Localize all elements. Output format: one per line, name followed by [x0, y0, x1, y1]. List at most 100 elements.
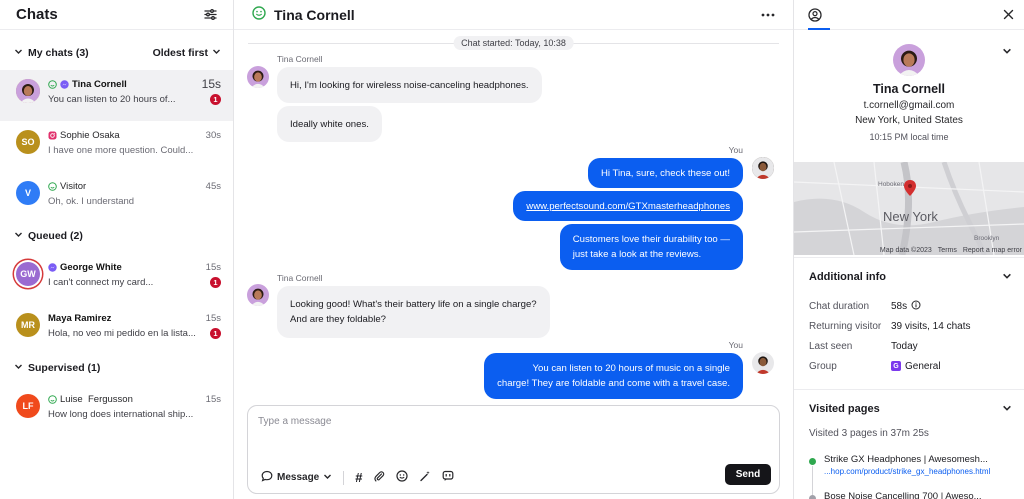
chat-time: 30s — [205, 129, 221, 141]
info-value: General — [905, 360, 941, 372]
message-author: You — [728, 340, 743, 350]
message-bubble: www.perfectsound.com/GTXmasterheadphones — [513, 191, 743, 221]
message-bubble: Hi Tina, sure, check these out! — [587, 158, 743, 188]
additional-info-section: Additional info Chat duration 58s Return… — [794, 257, 1024, 376]
unread-badge: 1 — [210, 277, 221, 288]
visited-page-title: Strike GX Headphones | Awesomesh... — [824, 454, 988, 465]
chat-item-visitor[interactable]: V Visitor 45s Oh, ok. I understand — [0, 172, 233, 223]
chevron-down-icon — [14, 47, 23, 59]
queued-section-header[interactable]: Queued (2) — [0, 225, 233, 247]
visited-pages-header[interactable]: Visited pages — [794, 390, 1024, 428]
chat-time: 15s — [205, 393, 221, 405]
map-label: Hoboken — [878, 181, 905, 188]
chevron-down-icon — [1002, 271, 1012, 284]
smiley-icon — [48, 394, 57, 404]
chat-name: Maya Ramirez — [48, 312, 112, 324]
my-chats-label: My chats (3) — [28, 47, 89, 59]
avatar: GW — [16, 262, 40, 286]
message-bubble: Customers love their durability too — ju… — [559, 224, 743, 270]
details-header — [794, 0, 1024, 30]
message-line: Looking good! What's their battery life … — [290, 299, 537, 310]
avatar — [16, 79, 40, 103]
chat-item-sophie-osaka[interactable]: SO Sophie Osaka 30s I have one more ques… — [0, 121, 233, 172]
attachment-icon[interactable] — [373, 470, 385, 485]
chat-started-label: Chat started: Today, 10:38 — [453, 36, 574, 50]
messenger-icon — [48, 262, 57, 272]
magic-wand-icon[interactable] — [419, 470, 431, 485]
message-bubble: Looking good! What's their battery life … — [277, 286, 550, 338]
instagram-icon — [48, 131, 57, 140]
queued-label: Queued (2) — [28, 230, 83, 242]
avatar: LF — [16, 394, 40, 418]
chevron-down-icon — [323, 472, 332, 484]
customer-profile: Tina Cornell t.cornell@gmail.com New Yor… — [794, 44, 1024, 142]
chat-preview: I have one more question. Could... — [48, 145, 194, 156]
details-panel: Tina Cornell t.cornell@gmail.com New Yor… — [794, 0, 1024, 499]
map-city-label: New York — [883, 209, 938, 224]
additional-info-header[interactable]: Additional info — [794, 258, 1024, 296]
user-circle-icon — [808, 7, 822, 22]
info-value: 39 visits, 14 chats — [891, 320, 971, 332]
avatar — [752, 157, 774, 179]
info-circle-icon[interactable] — [911, 300, 921, 313]
product-link[interactable]: www.perfectsound.com/GTXmasterheadphones — [526, 199, 730, 214]
chevron-down-icon — [212, 47, 221, 59]
customer-location: New York, United States — [855, 115, 963, 126]
chat-list-panel: Chats My chats (3) Oldest first Tina Cor… — [0, 0, 234, 499]
avatar — [247, 284, 269, 306]
sort-label: Oldest first — [152, 47, 208, 59]
active-tab-indicator — [808, 28, 830, 30]
info-key: Last seen — [809, 340, 853, 352]
chat-time: 45s — [205, 180, 221, 192]
chat-item-luise-fergusson[interactable]: LF Luise Fergusson 15s How long does int… — [0, 385, 233, 436]
visited-page-item[interactable]: Strike GX Headphones | Awesomesh... ...h… — [809, 454, 1018, 496]
chevron-down-icon — [14, 230, 23, 242]
visited-page-url[interactable]: ...hop.com/product/strike_gx_headphones.… — [824, 467, 1018, 476]
emoji-icon[interactable] — [396, 470, 409, 485]
visited-page-item[interactable]: Bose Noise Cancelling 700 | Aweso... — [809, 491, 1018, 499]
my-chats-section-header[interactable]: My chats (3) Oldest first — [0, 42, 233, 64]
avatar: MR — [16, 313, 40, 337]
hashtag-icon[interactable]: # — [355, 470, 362, 485]
app: Chats My chats (3) Oldest first Tina Cor… — [0, 0, 1024, 499]
location-map[interactable]: Hoboken Brooklyn New York Map data ©2023… — [794, 162, 1024, 255]
unread-badge: 1 — [210, 328, 221, 339]
canned-response-icon[interactable] — [442, 470, 454, 485]
message-input[interactable] — [258, 416, 758, 427]
close-icon[interactable] — [1003, 9, 1014, 20]
message-mode-dropdown[interactable]: Message — [261, 470, 332, 485]
chat-item-tina-cornell[interactable]: Tina Cornell 15s You can listen to 20 ho… — [0, 70, 233, 121]
info-key: Chat duration — [809, 300, 870, 312]
messenger-icon — [60, 79, 69, 89]
chat-item-maya-ramirez[interactable]: MR Maya Ramirez 15s Hola, no veo mi pedi… — [0, 304, 233, 355]
message-line: And are they foldable? — [290, 314, 387, 325]
filter-icon[interactable] — [204, 8, 217, 21]
message-line: just take a look at the reviews. — [572, 249, 702, 260]
map-terms-link[interactable]: Terms — [938, 247, 957, 254]
customer-email: t.cornell@gmail.com — [863, 100, 955, 111]
info-row-last-seen: Last seen Today — [794, 336, 1024, 356]
chat-item-george-white[interactable]: GW George White 15s I can't connect my c… — [0, 253, 233, 304]
chat-preview: You can listen to 20 hours of... — [48, 94, 176, 105]
customer-tab[interactable] — [808, 7, 822, 22]
info-value: Today — [891, 340, 918, 352]
more-icon[interactable] — [761, 13, 775, 17]
avatar: V — [16, 181, 40, 205]
chat-preview: Oh, ok. I understand — [48, 196, 135, 207]
conversation-title: Tina Cornell — [274, 6, 355, 23]
avatar: SO — [16, 130, 40, 154]
sort-dropdown[interactable]: Oldest first — [153, 47, 221, 59]
chat-preview: How long does international ship... — [48, 409, 194, 420]
map-report-link[interactable]: Report a map error — [963, 247, 1022, 254]
message-bubble: Hi, I'm looking for wireless noise-cance… — [277, 67, 542, 103]
chat-time: 15s — [205, 312, 221, 324]
info-value: 58s — [891, 300, 908, 312]
message-author: Tina Cornell — [277, 273, 323, 283]
chevron-down-icon — [1002, 403, 1012, 416]
info-row-group: Group G General — [794, 356, 1024, 376]
send-button[interactable]: Send — [725, 464, 771, 485]
supervised-section-header[interactable]: Supervised (1) — [0, 357, 233, 379]
info-key: Returning visitor — [809, 320, 882, 332]
chat-preview: I can't connect my card... — [48, 277, 154, 288]
avatar — [247, 66, 269, 88]
